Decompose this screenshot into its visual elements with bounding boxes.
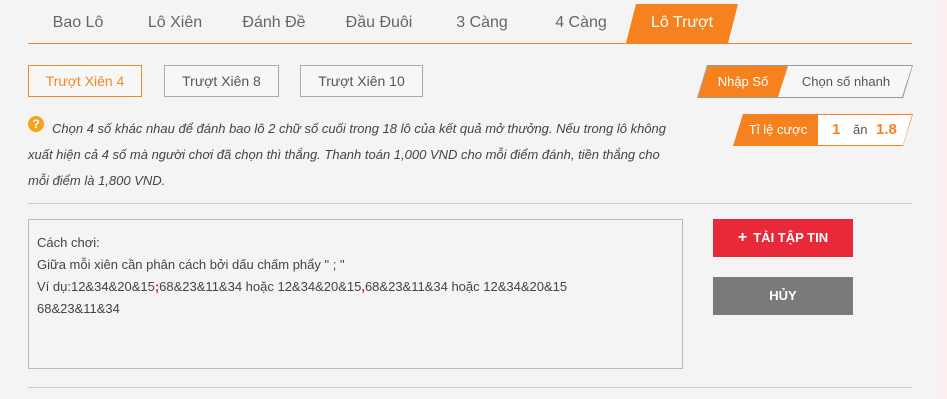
divider-top <box>28 203 912 204</box>
instructions-line-4: 68&23&11&34 <box>37 301 120 316</box>
instructions-line-1: Cách chơi: <box>37 235 100 250</box>
tab-lo-xien[interactable]: Lô Xiên <box>128 4 222 43</box>
rule-description: Chọn 4 số khác nhau để đánh bao lô 2 chữ… <box>28 121 666 188</box>
tab-bao-lo[interactable]: Bao Lô <box>28 4 128 43</box>
instructions-line-3: Ví dụ:12&34&20&15;68&23&11&34 hoặc 12&34… <box>37 279 568 294</box>
numbers-input[interactable]: Cách chơi: Giữa mỗi xiên cần phân cách b… <box>28 219 683 369</box>
odds-label: Tỉ lệ cược <box>748 122 808 137</box>
instructions-line-2: Giữa mỗi xiên cần phân cách bởi dấu chấm… <box>37 257 345 272</box>
tab-4-cang[interactable]: 4 Càng <box>532 4 630 43</box>
odds-left-value: 1 <box>832 121 841 138</box>
mode-chon-so-nhanh-button[interactable]: Chọn số nhanh <box>786 66 906 97</box>
subtab-truot-xien-8[interactable]: Trượt Xiên 8 <box>164 65 279 97</box>
divider-bottom <box>28 387 912 388</box>
page-edge-strip <box>937 0 947 399</box>
plus-icon: + <box>737 229 748 246</box>
tab-danh-de[interactable]: Đánh Đề <box>222 4 326 43</box>
cancel-button[interactable]: HỦY <box>713 277 853 315</box>
tab-lo-truot[interactable]: Lô Trượt <box>626 4 738 43</box>
odds-middle-text: ăn <box>853 122 868 137</box>
mode-nhap-so-button[interactable]: Nhập Số <box>698 66 788 97</box>
game-tabs: Bao Lô Lô Xiên Đánh Đề Đầu Đuôi 3 Càng 4… <box>28 4 912 44</box>
upload-file-button[interactable]: + TẢI TẬP TIN <box>713 219 853 257</box>
subtab-truot-xien-4[interactable]: Trượt Xiên 4 <box>28 65 142 97</box>
tab-dau-duoi[interactable]: Đầu Đuôi <box>326 4 432 43</box>
subtab-truot-xien-10[interactable]: Trượt Xiên 10 <box>300 65 423 97</box>
tab-3-cang[interactable]: 3 Càng <box>432 4 532 43</box>
odds-right-value: 1.8 <box>876 121 897 138</box>
lottery-panel: Bao Lô Lô Xiên Đánh Đề Đầu Đuôi 3 Càng 4… <box>0 0 937 399</box>
